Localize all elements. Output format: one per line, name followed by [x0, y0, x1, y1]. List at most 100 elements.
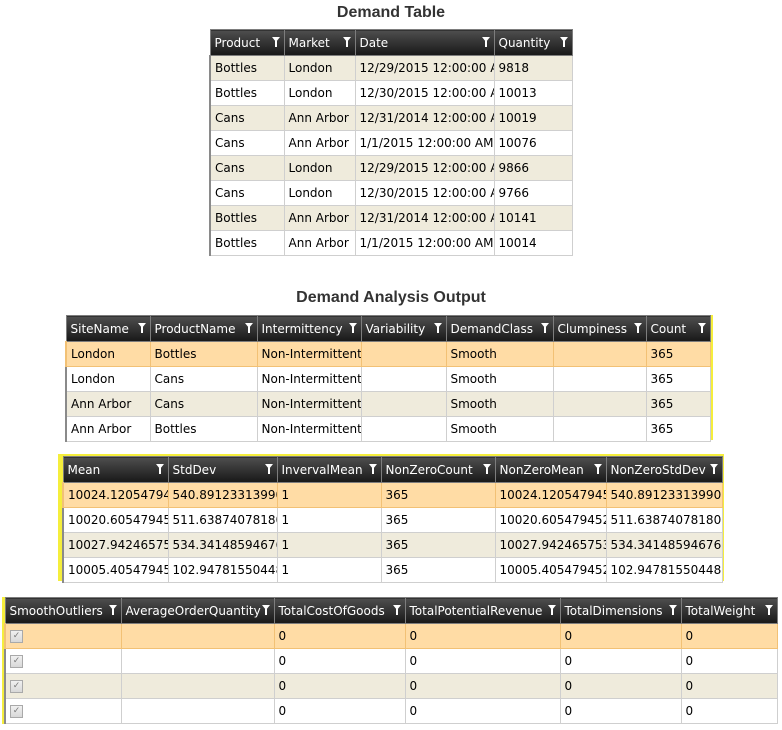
column-header-mean[interactable]: Mean [62, 456, 169, 483]
column-header-market[interactable]: Market [283, 29, 356, 56]
cell-intermittency[interactable]: Non-Intermittent [256, 416, 362, 442]
table-row[interactable]: Ann Arbor Bottles Non-Intermittent Smooth 36… [65, 416, 711, 442]
cell-quantity[interactable]: 10076 [493, 130, 573, 156]
cell-nonzeromean[interactable]: 10024.1205479452 [494, 482, 607, 508]
filter-icon[interactable] [547, 605, 556, 615]
filter-icon[interactable] [368, 464, 377, 474]
cell-count[interactable]: 365 [645, 341, 711, 367]
column-header-demandclass[interactable]: DemandClass [445, 315, 554, 342]
filter-icon[interactable] [244, 323, 253, 333]
checkbox-icon[interactable]: ✓ [10, 680, 23, 693]
table-row[interactable]: ✓ 0 0 0 0 [4, 673, 778, 699]
column-header-smoothoutliers[interactable]: SmoothOutliers [4, 597, 122, 624]
cell-nonzerostddev[interactable]: 102.947815504487 [605, 557, 723, 583]
table-row[interactable]: Bottles London 12/30/2015 12:00:00 AM 10013 [209, 80, 573, 106]
cell-totaldimensions[interactable]: 0 [559, 648, 682, 674]
filter-icon[interactable] [392, 605, 401, 615]
filter-icon[interactable] [764, 605, 773, 615]
filter-icon[interactable] [559, 37, 568, 47]
table-row[interactable]: Ann Arbor Cans Non-Intermittent Smooth 365 [65, 391, 711, 417]
cell-market[interactable]: Ann Arbor [283, 130, 356, 156]
column-header-nonzerocount[interactable]: NonZeroCount [380, 456, 496, 483]
cell-market[interactable]: Ann Arbor [283, 230, 356, 256]
checkbox-icon[interactable]: ✓ [10, 630, 23, 643]
cell-market[interactable]: London [283, 80, 356, 106]
cell-date[interactable]: 12/31/2014 12:00:00 AM [354, 205, 495, 231]
filter-icon[interactable] [342, 37, 351, 47]
cell-averageorderquantity[interactable] [120, 623, 275, 649]
cell-sitename[interactable]: Ann Arbor [65, 391, 151, 417]
table-row[interactable]: Cans London 12/30/2015 12:00:00 AM 9766 [209, 180, 573, 206]
cell-productname[interactable]: Cans [149, 391, 258, 417]
cell-sitename[interactable]: London [65, 341, 151, 367]
cell-smoothoutliers[interactable]: ✓ [4, 673, 122, 699]
cell-invervalmean[interactable]: 1 [276, 557, 382, 583]
column-header-product[interactable]: Product [209, 29, 285, 56]
table-row[interactable]: Cans Ann Arbor 12/31/2014 12:00:00 AM 10019 [209, 105, 573, 131]
cell-intermittency[interactable]: Non-Intermittent [256, 341, 362, 367]
table-row[interactable]: London Cans Non-Intermittent Smooth 365 [65, 366, 711, 392]
cell-totaldimensions[interactable]: 0 [559, 698, 682, 724]
filter-icon[interactable] [633, 323, 642, 333]
column-header-date[interactable]: Date [354, 29, 495, 56]
cell-totaldimensions[interactable]: 0 [559, 623, 682, 649]
cell-count[interactable]: 365 [645, 416, 711, 442]
cell-variability[interactable] [360, 416, 447, 442]
column-header-averageorderquantity[interactable]: AverageOrderQuantity [120, 597, 275, 624]
cell-date[interactable]: 1/1/2015 12:00:00 AM [354, 230, 495, 256]
column-header-intermittency[interactable]: Intermittency [256, 315, 362, 342]
cell-averageorderquantity[interactable] [120, 648, 275, 674]
cell-market[interactable]: London [283, 55, 356, 81]
cell-invervalmean[interactable]: 1 [276, 507, 382, 533]
cell-totalweight[interactable]: 0 [680, 648, 778, 674]
cell-quantity[interactable]: 10141 [493, 205, 573, 231]
cell-quantity[interactable]: 10019 [493, 105, 573, 131]
cell-quantity[interactable]: 9766 [493, 180, 573, 206]
column-header-sitename[interactable]: SiteName [65, 315, 151, 342]
cell-product[interactable]: Bottles [209, 205, 285, 231]
cell-product[interactable]: Cans [209, 155, 285, 181]
cell-demandclass[interactable]: Smooth [445, 341, 554, 367]
cell-nonzeromean[interactable]: 10020.6054794521 [494, 507, 607, 533]
cell-invervalmean[interactable]: 1 [276, 532, 382, 558]
column-header-clumpiness[interactable]: Clumpiness [552, 315, 647, 342]
cell-smoothoutliers[interactable]: ✓ [4, 698, 122, 724]
filter-icon[interactable] [108, 605, 117, 615]
cell-quantity[interactable]: 10014 [493, 230, 573, 256]
filter-icon[interactable] [593, 464, 602, 474]
filter-icon[interactable] [697, 323, 706, 333]
cell-averageorderquantity[interactable] [120, 698, 275, 724]
cell-totaldimensions[interactable]: 0 [559, 673, 682, 699]
checkbox-icon[interactable]: ✓ [10, 655, 23, 668]
table-row[interactable]: Bottles London 12/29/2015 12:00:00 AM 9818 [209, 55, 573, 81]
filter-icon[interactable] [668, 605, 677, 615]
cell-variability[interactable] [360, 391, 447, 417]
cell-totalpotentialrevenue[interactable]: 0 [404, 673, 561, 699]
table-row[interactable]: ✓ 0 0 0 0 [4, 648, 778, 674]
cell-nonzeromean[interactable]: 10005.4054794521 [494, 557, 607, 583]
cell-smoothoutliers[interactable]: ✓ [4, 648, 122, 674]
cell-product[interactable]: Bottles [209, 55, 285, 81]
table-row[interactable]: ✓ 0 0 0 0 [4, 623, 778, 649]
cell-nonzerocount[interactable]: 365 [380, 482, 496, 508]
cell-clumpiness[interactable] [552, 391, 647, 417]
checkbox-icon[interactable]: ✓ [10, 705, 23, 718]
cell-smoothoutliers[interactable]: ✓ [4, 623, 122, 649]
cell-totalpotentialrevenue[interactable]: 0 [404, 698, 561, 724]
filter-icon[interactable] [709, 464, 718, 474]
cell-mean[interactable]: 10020.6054794521 [62, 507, 169, 533]
cell-quantity[interactable]: 9866 [493, 155, 573, 181]
cell-date[interactable]: 1/1/2015 12:00:00 AM [354, 130, 495, 156]
filter-icon[interactable] [540, 323, 549, 333]
column-header-nonzeromean[interactable]: NonZeroMean [494, 456, 607, 483]
cell-market[interactable]: London [283, 180, 356, 206]
cell-clumpiness[interactable] [552, 366, 647, 392]
cell-date[interactable]: 12/29/2015 12:00:00 AM [354, 55, 495, 81]
cell-quantity[interactable]: 9818 [493, 55, 573, 81]
column-header-invervalmean[interactable]: InvervalMean [276, 456, 382, 483]
cell-demandclass[interactable]: Smooth [445, 366, 554, 392]
cell-date[interactable]: 12/31/2014 12:00:00 AM [354, 105, 495, 131]
column-header-stddev[interactable]: StdDev [167, 456, 278, 483]
cell-productname[interactable]: Cans [149, 366, 258, 392]
cell-market[interactable]: Ann Arbor [283, 205, 356, 231]
